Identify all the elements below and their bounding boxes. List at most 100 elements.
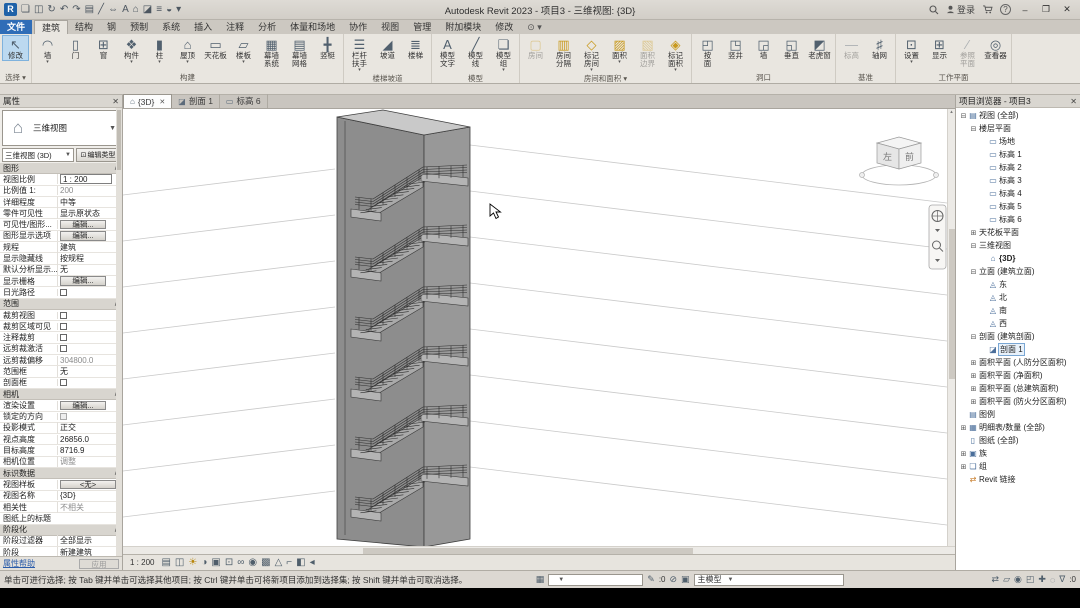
view-tab-section-1[interactable]: ◪ 剖面 1 [172,94,220,108]
curtain-grid-button[interactable]: ▤ 幕墙 网格 [286,35,313,69]
node-revit-links[interactable]: ⇄ Revit 链接 [956,473,1080,486]
menu-tab-steel[interactable]: 钢 [100,20,123,34]
node-area-net[interactable]: ⊞ 面积平面 (净面积) [956,369,1080,382]
property-value[interactable]: <无> [57,479,122,490]
menu-tab-massing-site[interactable]: 体量和场地 [283,20,342,34]
save-icon[interactable]: ◫ [34,3,43,17]
checkbox[interactable] [60,288,67,296]
select-underlay-icon[interactable]: ▱ [1003,574,1010,585]
model-group-button[interactable]: ❏ 模型 组 ▾ [490,35,517,73]
node-3d[interactable]: ⌂ {3D} [956,252,1080,265]
tag-room-button[interactable]: ◇ 标记 房间 ▾ [578,35,605,73]
dimension-icon[interactable]: ⇔ [108,3,118,17]
node-site[interactable]: ▭ 场地 [956,135,1080,148]
restore-button[interactable]: ❐ [1039,4,1053,15]
expander-plus-icon[interactable]: ⊞ [969,229,978,237]
property-value[interactable] [57,345,122,353]
node-area-civil-defense[interactable]: ⊞ 面积平面 (人防分区面积) [956,356,1080,369]
crop-view-icon[interactable]: ▣ [211,556,220,570]
room-separator-button[interactable]: ▥ 房间 分隔 [550,35,577,69]
checkbox[interactable] [60,345,67,353]
tag-area-button[interactable]: ◈ 标记 面积 ▾ [662,35,689,73]
node-elevations[interactable]: ⊟ 立面 (建筑立面) [956,265,1080,278]
property-value[interactable] [57,334,122,342]
property-value[interactable]: 编辑... [57,400,122,411]
node-views-all[interactable]: ⊟ ▤ 视图 (全部) [956,109,1080,122]
navigation-bar[interactable] [928,204,947,270]
reveal-hidden-icon[interactable]: ◉ [248,556,257,570]
vertical-scrollbar[interactable]: ▴ [947,109,955,546]
node-level-1[interactable]: ▭ 标高 1 [956,148,1080,161]
worksets-icon[interactable]: ▦ [536,574,545,585]
expander-minus-icon[interactable]: ⊟ [969,242,978,250]
worksharing-display-icon[interactable]: ◧ [296,556,305,570]
floor-button[interactable]: ▱ 楼板 ▾ [230,35,257,65]
node-ceiling-plans[interactable]: ⊞ 天花板平面 [956,226,1080,239]
property-value[interactable] [57,288,122,296]
detail-level-icon[interactable]: ▤ [161,556,170,570]
collapse-icon[interactable]: ◂ [310,556,315,570]
minimize-button[interactable]: – [1018,5,1032,15]
view-cube[interactable]: 左前 [859,136,939,186]
checkbox[interactable] [60,322,67,330]
menu-tab-file[interactable]: 文件 [0,20,33,34]
shadows-icon[interactable]: ◑ [201,556,207,570]
property-value[interactable] [57,311,122,319]
thin-lines-icon[interactable]: ≡ [156,3,162,17]
menu-tab-manage[interactable]: 管理 [406,20,438,34]
drawing-area[interactable]: 左前 [123,109,947,546]
sun-path-icon[interactable]: ☀ [188,556,197,570]
design-options-icon[interactable]: ▣ [681,574,690,585]
visual-style-icon[interactable]: ◫ [175,556,184,570]
close-icon[interactable]: ✕ [1070,97,1077,106]
menu-tab-annotate[interactable]: 注释 [219,20,251,34]
property-value[interactable]: 中等 [57,196,122,208]
window-button[interactable]: ⊞ 窗 [90,35,117,61]
node-level-2[interactable]: ▭ 标高 2 [956,161,1080,174]
revit-app-icon[interactable]: R [4,3,17,16]
menu-tab-structure[interactable]: 结构 [68,20,100,34]
node-level-5[interactable]: ▭ 标高 5 [956,200,1080,213]
visibility-icon[interactable]: ◒ [166,3,172,17]
viewer-button[interactable]: ◎ 查看器 [982,35,1009,61]
select-links-icon[interactable]: ⇄ [992,574,1000,585]
property-value[interactable]: {3D} [57,491,122,501]
temporary-view-properties-icon[interactable]: ▩ [261,556,270,570]
select-pinned-icon[interactable]: ◉ [1014,574,1022,585]
mullion-button[interactable]: ╋ 竖梃 [314,35,341,61]
ramp-button[interactable]: ◢ 坡道 [374,35,401,61]
menu-tab-addins[interactable]: 附加模块 [438,20,488,34]
expander-minus-icon[interactable]: ⊟ [969,125,978,133]
menu-tab-precast[interactable]: 预制 [123,20,155,34]
menu-tab-analyze[interactable]: 分析 [251,20,283,34]
view-tab-level-6[interactable]: ▭ 标高 6 [220,94,268,108]
type-selector[interactable]: ⌂ 三维视图 ▼ [2,110,120,146]
node-level-4[interactable]: ▭ 标高 4 [956,187,1080,200]
signin-button[interactable]: 登录 [946,3,975,16]
node-3d-views[interactable]: ⊟ 三维视图 [956,239,1080,252]
customize-qat-icon[interactable]: ▾ [176,3,181,17]
expander-minus-icon[interactable]: ⊟ [969,333,978,341]
property-value[interactable]: 编辑... [57,219,122,230]
search-icon[interactable] [929,4,939,15]
level-button[interactable]: — 标高 [838,35,865,61]
temporary-hide-icon[interactable]: ∞ [237,556,244,570]
viewcube-front-face[interactable]: 前 [905,151,914,162]
editable-only-icon[interactable]: ⊘ [669,574,677,585]
edit-button[interactable]: 编辑... [60,219,106,230]
scale-button[interactable]: 1 : 200 [127,557,157,568]
expander-plus-icon[interactable]: ⊞ [959,424,968,432]
edit-button[interactable]: 编辑... [60,231,106,241]
dormer-button[interactable]: ◩ 老虎窗 [806,35,833,61]
close-icon[interactable]: ✕ [159,98,165,106]
roof-button[interactable]: ⌂ 屋顶 ▾ [174,35,201,65]
expander-plus-icon[interactable]: ⊞ [959,463,968,471]
redo-icon[interactable]: ↷ [72,3,80,17]
property-value[interactable] [57,322,122,330]
expander-minus-icon[interactable]: ⊟ [969,268,978,276]
node-area-fire[interactable]: ⊞ 面积平面 (防火分区面积) [956,395,1080,408]
menu-tab-architecture[interactable]: 建筑 [34,20,69,34]
measure-icon[interactable]: ╱ [98,3,104,17]
area-button[interactable]: ▨ 面积 ▾ [606,35,633,65]
default-3d-view-icon[interactable]: ⌂ [133,3,139,17]
